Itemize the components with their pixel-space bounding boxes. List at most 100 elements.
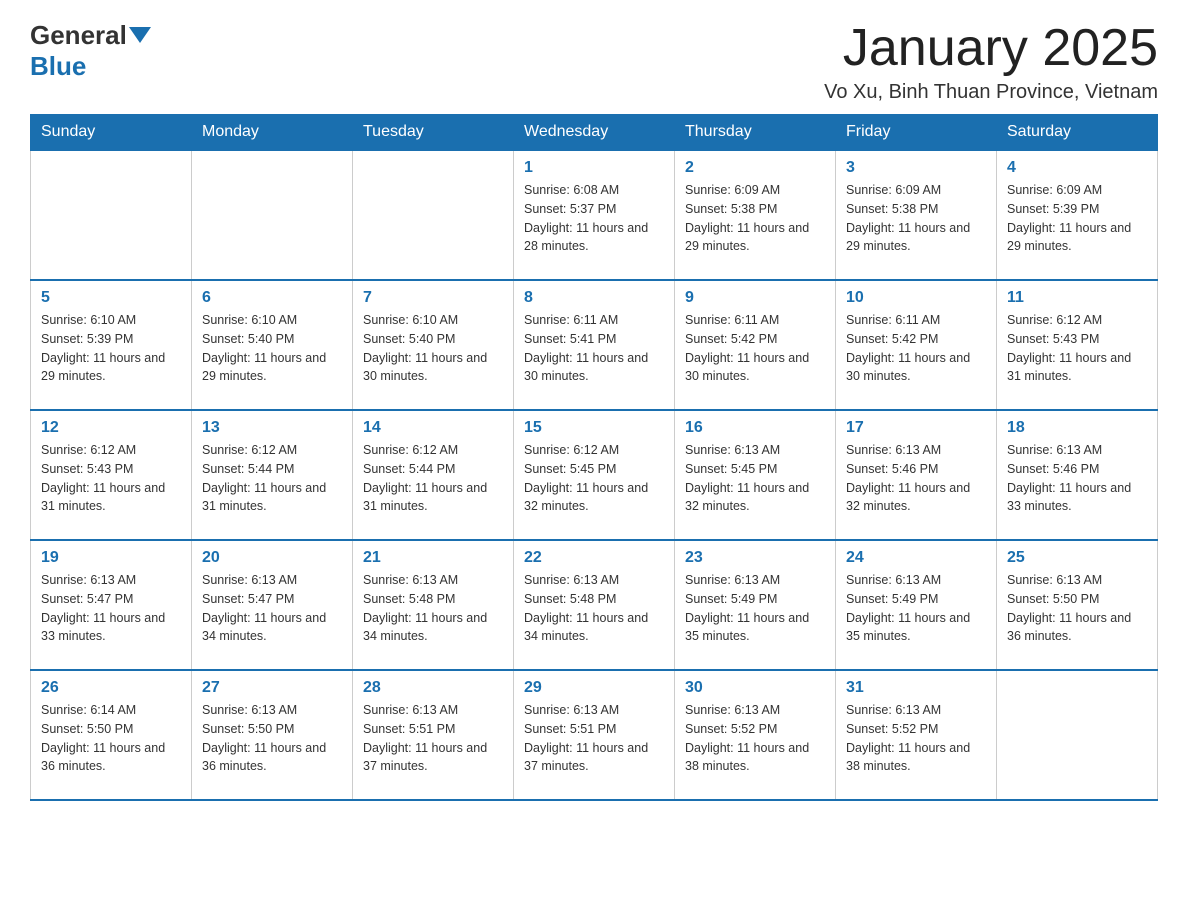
day-info: Sunrise: 6:09 AM Sunset: 5:38 PM Dayligh… bbox=[846, 181, 986, 256]
day-number: 26 bbox=[41, 679, 181, 697]
day-number: 20 bbox=[202, 549, 342, 567]
column-header-monday: Monday bbox=[192, 115, 353, 151]
day-info: Sunrise: 6:09 AM Sunset: 5:39 PM Dayligh… bbox=[1007, 181, 1147, 256]
calendar-week-1: 1Sunrise: 6:08 AM Sunset: 5:37 PM Daylig… bbox=[31, 150, 1158, 280]
day-info: Sunrise: 6:12 AM Sunset: 5:43 PM Dayligh… bbox=[41, 441, 181, 516]
calendar-cell: 11 Sunrise: 6:12 AM Sunset: 5:43 PM Dayli… bbox=[997, 280, 1158, 410]
calendar-cell: 13Sunrise: 6:12 AM Sunset: 5:44 PM Dayli… bbox=[192, 410, 353, 540]
day-number: 12 bbox=[41, 419, 181, 437]
calendar-cell: 21Sunrise: 6:13 AM Sunset: 5:48 PM Dayli… bbox=[353, 540, 514, 670]
day-number: 7 bbox=[363, 289, 503, 307]
logo-general-text: General bbox=[30, 20, 127, 51]
calendar-cell bbox=[353, 150, 514, 280]
day-info: Sunrise: 6:12 AM Sunset: 5:43 PM Dayligh… bbox=[1007, 311, 1147, 386]
page-header: General Blue January 2025 Vo Xu, Binh Th… bbox=[30, 20, 1158, 104]
day-number: 27 bbox=[202, 679, 342, 697]
day-number: 4 bbox=[1007, 159, 1147, 177]
day-info: Sunrise: 6:13 AM Sunset: 5:47 PM Dayligh… bbox=[202, 571, 342, 646]
day-info: Sunrise: 6:13 AM Sunset: 5:49 PM Dayligh… bbox=[846, 571, 986, 646]
column-header-friday: Friday bbox=[836, 115, 997, 151]
calendar-cell: 14 Sunrise: 6:12 AM Sunset: 5:44 PM Dayli… bbox=[353, 410, 514, 540]
calendar-week-5: 26 Sunrise: 6:14 AM Sunset: 5:50 PM Dayli… bbox=[31, 670, 1158, 800]
day-info: Sunrise: 6:13 AM Sunset: 5:51 PM Dayligh… bbox=[524, 701, 664, 776]
day-number: 15 bbox=[524, 419, 664, 437]
calendar-cell: 6Sunrise: 6:10 AM Sunset: 5:40 PM Daylig… bbox=[192, 280, 353, 410]
day-info: Sunrise: 6:11 AM Sunset: 5:42 PM Dayligh… bbox=[846, 311, 986, 386]
column-header-thursday: Thursday bbox=[675, 115, 836, 151]
day-number: 22 bbox=[524, 549, 664, 567]
day-number: 11 bbox=[1007, 289, 1147, 307]
calendar-cell: 15Sunrise: 6:12 AM Sunset: 5:45 PM Dayli… bbox=[514, 410, 675, 540]
calendar-cell: 1Sunrise: 6:08 AM Sunset: 5:37 PM Daylig… bbox=[514, 150, 675, 280]
column-header-sunday: Sunday bbox=[31, 115, 192, 151]
day-info: Sunrise: 6:08 AM Sunset: 5:37 PM Dayligh… bbox=[524, 181, 664, 256]
day-number: 14 bbox=[363, 419, 503, 437]
day-number: 13 bbox=[202, 419, 342, 437]
day-number: 16 bbox=[685, 419, 825, 437]
logo: General Blue bbox=[30, 20, 151, 82]
day-info: Sunrise: 6:13 AM Sunset: 5:52 PM Dayligh… bbox=[846, 701, 986, 776]
day-info: Sunrise: 6:13 AM Sunset: 5:45 PM Dayligh… bbox=[685, 441, 825, 516]
calendar-cell: 9 Sunrise: 6:11 AM Sunset: 5:42 PM Daylig… bbox=[675, 280, 836, 410]
day-number: 8 bbox=[524, 289, 664, 307]
calendar-cell: 26 Sunrise: 6:14 AM Sunset: 5:50 PM Dayli… bbox=[31, 670, 192, 800]
day-info: Sunrise: 6:10 AM Sunset: 5:40 PM Dayligh… bbox=[363, 311, 503, 386]
calendar-cell: 30 Sunrise: 6:13 AM Sunset: 5:52 PM Dayli… bbox=[675, 670, 836, 800]
calendar-week-2: 5 Sunrise: 6:10 AM Sunset: 5:39 PM Daylig… bbox=[31, 280, 1158, 410]
column-header-wednesday: Wednesday bbox=[514, 115, 675, 151]
day-number: 10 bbox=[846, 289, 986, 307]
day-info: Sunrise: 6:13 AM Sunset: 5:46 PM Dayligh… bbox=[846, 441, 986, 516]
calendar-week-3: 12 Sunrise: 6:12 AM Sunset: 5:43 PM Dayli… bbox=[31, 410, 1158, 540]
day-number: 5 bbox=[41, 289, 181, 307]
day-info: Sunrise: 6:13 AM Sunset: 5:50 PM Dayligh… bbox=[202, 701, 342, 776]
day-number: 6 bbox=[202, 289, 342, 307]
day-info: Sunrise: 6:10 AM Sunset: 5:39 PM Dayligh… bbox=[41, 311, 181, 386]
calendar-header-row: SundayMondayTuesdayWednesdayThursdayFrid… bbox=[31, 115, 1158, 151]
day-number: 17 bbox=[846, 419, 986, 437]
day-number: 29 bbox=[524, 679, 664, 697]
day-number: 28 bbox=[363, 679, 503, 697]
day-number: 19 bbox=[41, 549, 181, 567]
calendar-cell: 16 Sunrise: 6:13 AM Sunset: 5:45 PM Dayli… bbox=[675, 410, 836, 540]
calendar-cell: 18Sunrise: 6:13 AM Sunset: 5:46 PM Dayli… bbox=[997, 410, 1158, 540]
calendar-cell: 22 Sunrise: 6:13 AM Sunset: 5:48 PM Dayli… bbox=[514, 540, 675, 670]
day-info: Sunrise: 6:13 AM Sunset: 5:48 PM Dayligh… bbox=[524, 571, 664, 646]
calendar-cell: 28 Sunrise: 6:13 AM Sunset: 5:51 PM Dayli… bbox=[353, 670, 514, 800]
calendar-cell: 10 Sunrise: 6:11 AM Sunset: 5:42 PM Dayli… bbox=[836, 280, 997, 410]
calendar-table: SundayMondayTuesdayWednesdayThursdayFrid… bbox=[30, 114, 1158, 801]
calendar-cell: 4 Sunrise: 6:09 AM Sunset: 5:39 PM Daylig… bbox=[997, 150, 1158, 280]
day-info: Sunrise: 6:12 AM Sunset: 5:44 PM Dayligh… bbox=[363, 441, 503, 516]
day-info: Sunrise: 6:13 AM Sunset: 5:50 PM Dayligh… bbox=[1007, 571, 1147, 646]
calendar-cell: 7 Sunrise: 6:10 AM Sunset: 5:40 PM Daylig… bbox=[353, 280, 514, 410]
calendar-cell bbox=[997, 670, 1158, 800]
day-number: 23 bbox=[685, 549, 825, 567]
day-number: 2 bbox=[685, 159, 825, 177]
day-info: Sunrise: 6:11 AM Sunset: 5:42 PM Dayligh… bbox=[685, 311, 825, 386]
day-number: 21 bbox=[363, 549, 503, 567]
calendar-cell: 23Sunrise: 6:13 AM Sunset: 5:49 PM Dayli… bbox=[675, 540, 836, 670]
calendar-cell: 25Sunrise: 6:13 AM Sunset: 5:50 PM Dayli… bbox=[997, 540, 1158, 670]
calendar-week-4: 19 Sunrise: 6:13 AM Sunset: 5:47 PM Dayli… bbox=[31, 540, 1158, 670]
day-number: 30 bbox=[685, 679, 825, 697]
day-info: Sunrise: 6:09 AM Sunset: 5:38 PM Dayligh… bbox=[685, 181, 825, 256]
calendar-cell: 24 Sunrise: 6:13 AM Sunset: 5:49 PM Dayli… bbox=[836, 540, 997, 670]
calendar-cell: 12 Sunrise: 6:12 AM Sunset: 5:43 PM Dayli… bbox=[31, 410, 192, 540]
column-header-tuesday: Tuesday bbox=[353, 115, 514, 151]
day-number: 31 bbox=[846, 679, 986, 697]
day-number: 3 bbox=[846, 159, 986, 177]
calendar-cell: 17 Sunrise: 6:13 AM Sunset: 5:46 PM Dayli… bbox=[836, 410, 997, 540]
calendar-cell: 8Sunrise: 6:11 AM Sunset: 5:41 PM Daylig… bbox=[514, 280, 675, 410]
day-info: Sunrise: 6:14 AM Sunset: 5:50 PM Dayligh… bbox=[41, 701, 181, 776]
calendar-cell: 5 Sunrise: 6:10 AM Sunset: 5:39 PM Daylig… bbox=[31, 280, 192, 410]
calendar-cell: 2 Sunrise: 6:09 AM Sunset: 5:38 PM Daylig… bbox=[675, 150, 836, 280]
month-title: January 2025 bbox=[824, 20, 1158, 77]
day-info: Sunrise: 6:13 AM Sunset: 5:46 PM Dayligh… bbox=[1007, 441, 1147, 516]
calendar-cell: 27 Sunrise: 6:13 AM Sunset: 5:50 PM Dayli… bbox=[192, 670, 353, 800]
calendar-cell: 29 Sunrise: 6:13 AM Sunset: 5:51 PM Dayli… bbox=[514, 670, 675, 800]
day-info: Sunrise: 6:13 AM Sunset: 5:47 PM Dayligh… bbox=[41, 571, 181, 646]
day-number: 9 bbox=[685, 289, 825, 307]
day-info: Sunrise: 6:13 AM Sunset: 5:51 PM Dayligh… bbox=[363, 701, 503, 776]
day-number: 24 bbox=[846, 549, 986, 567]
calendar-cell bbox=[192, 150, 353, 280]
day-info: Sunrise: 6:13 AM Sunset: 5:52 PM Dayligh… bbox=[685, 701, 825, 776]
